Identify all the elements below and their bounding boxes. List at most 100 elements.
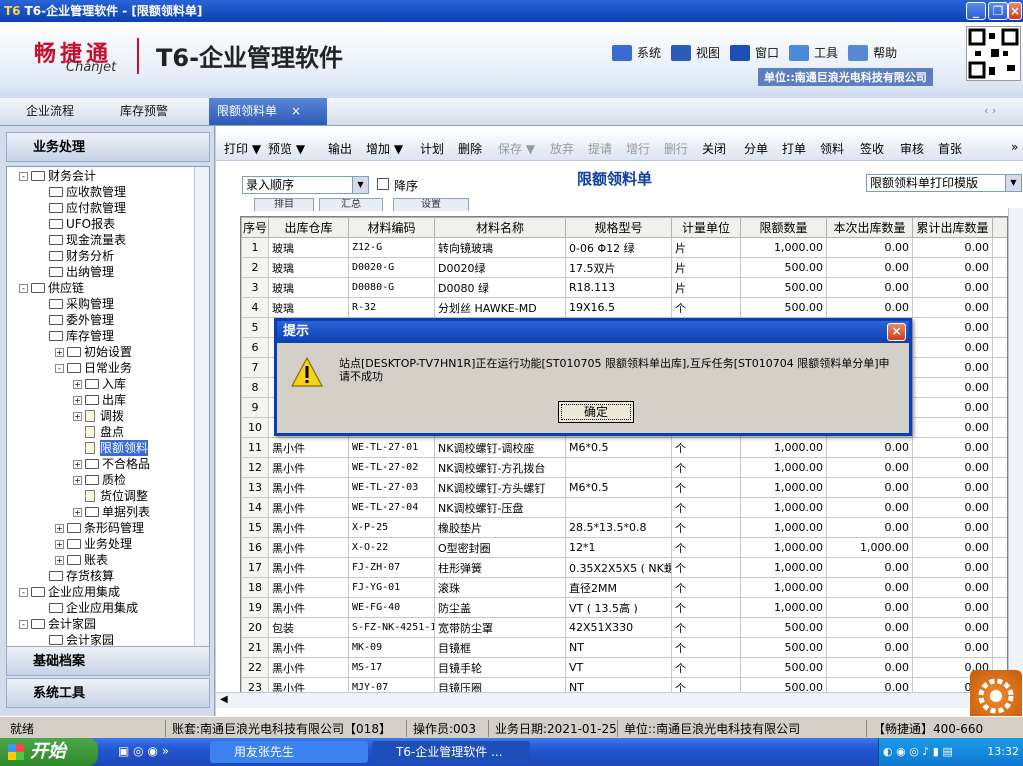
toolbar-button-15[interactable]: 签收	[860, 140, 884, 157]
tab-close-icon[interactable]: ×	[291, 104, 301, 118]
table-row[interactable]: 12 黑小件 WE-TL-27-02 NK调校螺钉-方孔拨台个 1,000.00 0.00…	[241, 457, 1007, 478]
tree-item[interactable]: + 单据列表	[73, 504, 150, 520]
table-cell[interactable]: 0.00	[826, 657, 913, 678]
table-cell[interactable]: 8	[241, 377, 269, 398]
quick-launch-icons[interactable]: ▣ ◎ ◉ »	[118, 744, 169, 758]
subtab-settings[interactable]: 设置	[393, 198, 469, 211]
table-cell[interactable]: 11	[241, 437, 269, 458]
table-cell[interactable]: D0020-G	[348, 257, 435, 278]
tree-item[interactable]: 财务分析	[37, 248, 114, 264]
table-cell[interactable]: 黑小件	[268, 497, 349, 518]
table-cell[interactable]: 0.00	[826, 437, 913, 458]
table-row[interactable]: 16 黑小件 X-O-22 O型密封圈 12*1 个 1,000.00 1,000.00 0.0…	[241, 537, 1007, 558]
table-cell[interactable]: 个	[671, 457, 741, 478]
column-header[interactable]: 出库仓库	[268, 217, 349, 238]
section-system-tools[interactable]: 系统工具	[6, 678, 210, 708]
table-cell[interactable]: R-32	[348, 297, 435, 318]
start-button[interactable]: 开始	[0, 738, 98, 766]
table-cell[interactable]: 0.00	[912, 297, 993, 318]
table-cell[interactable]: 包装	[268, 617, 349, 638]
table-cell[interactable]: 黑小件	[268, 657, 349, 678]
table-cell[interactable]: 0.00	[912, 277, 993, 298]
table-cell[interactable]: 28.5*13.5*0.8	[565, 517, 672, 538]
table-cell[interactable]: 个	[671, 557, 741, 578]
table-cell[interactable]: 0.00	[826, 557, 913, 578]
table-row[interactable]: 11 黑小件 WE-TL-27-01 NK调校螺钉-调校座 M6*0.5 个 1,000.0…	[241, 437, 1007, 458]
tree-item[interactable]: + 入库	[73, 376, 126, 392]
expand-icon[interactable]: +	[55, 523, 64, 533]
table-cell[interactable]: 0.00	[826, 577, 913, 598]
close-button[interactable]: ×	[1008, 2, 1022, 20]
expand-icon[interactable]: +	[73, 379, 82, 389]
table-cell[interactable]: 个	[671, 517, 741, 538]
task-t6-app[interactable]: T6-企业管理软件 ...	[372, 741, 530, 763]
column-header[interactable]: 限额数量	[740, 217, 827, 238]
menu-window[interactable]: 窗口	[730, 44, 779, 61]
toolbar-button-2[interactable]: 输出	[328, 140, 352, 157]
toolbar-button-17[interactable]: 首张	[938, 140, 962, 157]
table-cell[interactable]: 0.35X2X5X5 ( NK螺钉	[565, 557, 672, 578]
table-cell[interactable]: R18.113	[565, 277, 672, 298]
table-cell[interactable]: 1,000.00	[740, 597, 827, 618]
table-cell[interactable]: 12*1	[565, 537, 672, 558]
table-cell[interactable]: X-P-25	[348, 517, 435, 538]
table-cell[interactable]: 0.00	[912, 457, 993, 478]
table-cell[interactable]: 玻璃	[268, 277, 349, 298]
table-cell[interactable]: D0020绿	[434, 257, 566, 278]
table-row[interactable]: 19 黑小件 WE-FG-40 防尘盖 VT ( 13.5高 ) 个 1,000.00 0.0…	[241, 597, 1007, 618]
table-cell[interactable]: 12	[241, 457, 269, 478]
table-cell[interactable]: 500.00	[740, 617, 827, 638]
collapse-icon[interactable]: -	[55, 363, 64, 373]
table-cell[interactable]: 0.00	[826, 497, 913, 518]
table-cell[interactable]: 个	[671, 537, 741, 558]
table-row[interactable]: 15 黑小件 X-P-25 橡胶垫片 28.5*13.5*0.8 个 1,000.00 0.0…	[241, 517, 1007, 538]
task-user-chat[interactable]: 用友张先生	[210, 741, 368, 763]
table-cell[interactable]: 15	[241, 517, 269, 538]
table-cell[interactable]: D0080-G	[348, 277, 435, 298]
toolbar-button-1[interactable]: 预览 ▼	[268, 140, 305, 157]
toolbar-button-9[interactable]: 增行	[626, 140, 650, 157]
table-cell[interactable]: 黑小件	[268, 577, 349, 598]
collapse-icon[interactable]: -	[19, 283, 28, 293]
table-cell[interactable]: 个	[671, 597, 741, 618]
expand-icon[interactable]: +	[73, 475, 82, 485]
chevron-down-icon[interactable]: ▼	[1005, 175, 1021, 191]
table-row[interactable]: 13 黑小件 WE-TL-27-03 NK调校螺钉-方头螺钉 M6*0.5 个 1,000.…	[241, 477, 1007, 498]
table-cell[interactable]: 16	[241, 537, 269, 558]
table-cell[interactable]: 目镜框	[434, 637, 566, 658]
tree-item[interactable]: UFO报表	[37, 216, 115, 232]
table-cell[interactable]: 0.00	[826, 517, 913, 538]
tree-item[interactable]: - 供应链	[19, 280, 84, 296]
table-cell[interactable]: 0.00	[912, 477, 993, 498]
table-cell[interactable]: NK调校螺钉-方头螺钉	[434, 477, 566, 498]
table-cell[interactable]: 玻璃	[268, 237, 349, 258]
table-row[interactable]: 4 玻璃 R-32 分划丝 HAWKE-MD 19X16.5 个 500.00 0.00 0.0…	[241, 297, 1007, 318]
table-cell[interactable]: 500.00	[740, 637, 827, 658]
table-cell[interactable]: 5	[241, 317, 269, 338]
table-cell[interactable]: 14	[241, 497, 269, 518]
table-cell[interactable]: M6*0.5	[565, 477, 672, 498]
tree-item[interactable]: - 企业应用集成	[19, 584, 120, 600]
table-cell[interactable]: O型密封圈	[434, 537, 566, 558]
table-cell[interactable]: 0.00	[912, 237, 993, 258]
tab-scroll-arrows-icon[interactable]: ‹ ›	[984, 104, 996, 117]
table-row[interactable]: 2 玻璃 D0020-G D0020绿 17.5双片片 500.00 0.00 0.00	[241, 257, 1007, 278]
table-cell[interactable]: 0.00	[912, 637, 993, 658]
table-cell[interactable]: X-O-22	[348, 537, 435, 558]
table-cell[interactable]: 目镜手轮	[434, 657, 566, 678]
minimize-button[interactable]: _	[966, 2, 986, 20]
table-cell[interactable]: 1,000.00	[740, 477, 827, 498]
table-cell[interactable]: 0.00	[826, 297, 913, 318]
table-row[interactable]: 1 玻璃 Z12-G 转向镜玻璃 0-06 Φ12 绿片 1,000.00 0.00 0.00	[241, 237, 1007, 258]
table-cell[interactable]: 玻璃	[268, 297, 349, 318]
table-row[interactable]: 14 黑小件 WE-TL-27-04 NK调校螺钉-压盘个 1,000.00 0.00 0.…	[241, 497, 1007, 518]
table-cell[interactable]: 黑小件	[268, 457, 349, 478]
table-cell[interactable]: 0.00	[912, 497, 993, 518]
tree-item[interactable]: 现金流量表	[37, 232, 126, 248]
table-cell[interactable]: 柱形弹簧	[434, 557, 566, 578]
toolbar-button-3[interactable]: 增加 ▼	[366, 140, 403, 157]
table-cell[interactable]: 1,000.00	[740, 237, 827, 258]
grid-horizontal-scrollbar[interactable]: ◀	[216, 692, 1008, 708]
table-cell[interactable]	[565, 457, 672, 478]
collapse-icon[interactable]: -	[19, 171, 28, 181]
